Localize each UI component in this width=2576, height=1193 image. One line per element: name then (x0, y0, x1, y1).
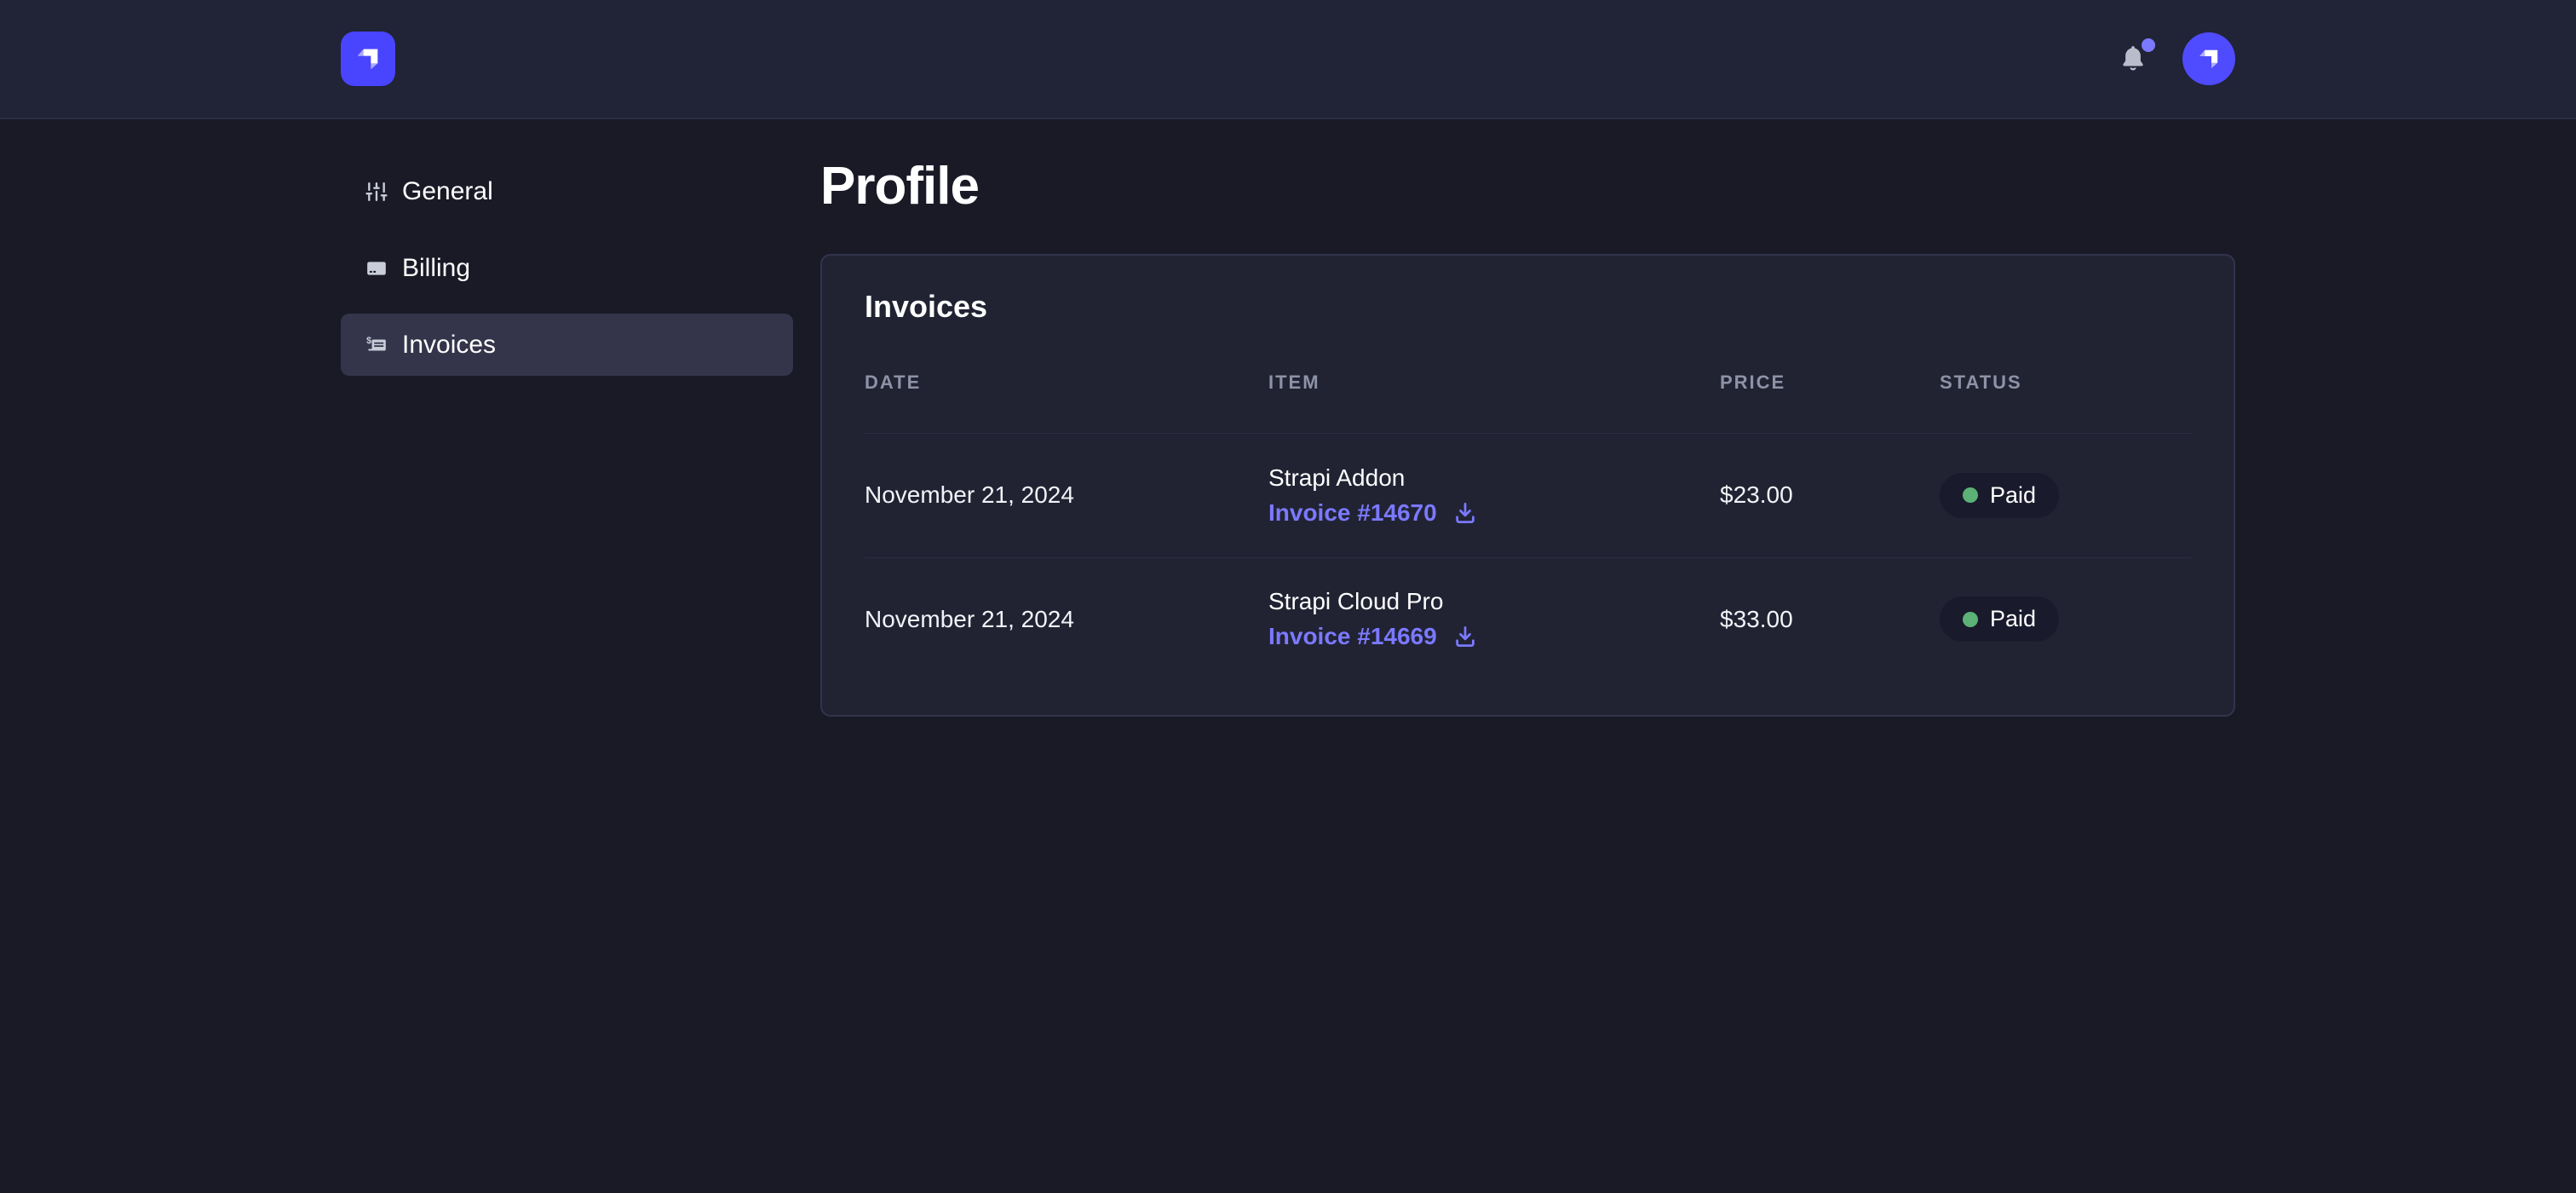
status-badge: Paid (1940, 596, 2059, 642)
main-layout: General Billing $ (341, 160, 2235, 717)
notification-dot (2142, 38, 2155, 52)
invoice-item-name: Strapi Cloud Pro (1268, 588, 1720, 615)
column-header-price: PRICE (1720, 372, 1940, 394)
notifications-button[interactable] (2116, 40, 2150, 78)
column-header-date: DATE (865, 372, 1268, 394)
navbar-inner (341, 0, 2235, 118)
status-dot-icon (1963, 487, 1978, 503)
sidebar-item-billing[interactable]: Billing (341, 237, 793, 299)
status-label: Paid (1990, 606, 2036, 632)
download-icon (1452, 624, 1478, 649)
strapi-avatar-icon (2194, 43, 2224, 74)
strapi-logo-icon (351, 42, 385, 76)
download-icon (1452, 500, 1478, 526)
page-title: Profile (820, 160, 2235, 213)
svg-text:$: $ (366, 335, 371, 345)
invoices-card: Invoices DATE ITEM PRICE STATUS November… (820, 254, 2235, 717)
download-invoice-button[interactable] (1452, 500, 1478, 526)
sliders-icon (365, 181, 388, 203)
invoice-link-line: Invoice #14670 (1268, 499, 1720, 527)
invoice-number-link[interactable]: Invoice #14670 (1268, 499, 1437, 527)
invoice-link-line: Invoice #14669 (1268, 623, 1720, 650)
status-label: Paid (1990, 482, 2036, 509)
invoice-row: November 21, 2024 Strapi Addon Invoice #… (865, 434, 2191, 557)
invoice-price: $23.00 (1720, 481, 1940, 509)
status-dot-icon (1963, 612, 1978, 627)
invoice-icon: $ (365, 334, 388, 356)
invoice-number-link[interactable]: Invoice #14669 (1268, 623, 1437, 650)
sidebar-item-label: Invoices (402, 331, 496, 360)
invoice-item-cell: Strapi Cloud Pro Invoice #14669 (1268, 588, 1720, 650)
invoice-item-name: Strapi Addon (1268, 464, 1720, 492)
invoice-item-cell: Strapi Addon Invoice #14670 (1268, 464, 1720, 527)
navbar-actions (2116, 32, 2235, 85)
credit-card-icon (365, 257, 388, 280)
invoices-table: DATE ITEM PRICE STATUS November 21, 2024… (865, 324, 2191, 681)
invoice-row: November 21, 2024 Strapi Cloud Pro Invoi… (865, 557, 2191, 681)
invoice-date: November 21, 2024 (865, 481, 1268, 509)
invoices-card-title: Invoices (865, 290, 2191, 324)
sidebar-item-label: Billing (402, 254, 470, 283)
invoice-date: November 21, 2024 (865, 606, 1268, 633)
invoices-table-header: DATE ITEM PRICE STATUS (865, 324, 2191, 434)
profile-content: Profile Invoices DATE ITEM PRICE STATUS … (820, 160, 2235, 717)
download-invoice-button[interactable] (1452, 624, 1478, 649)
column-header-status: STATUS (1940, 372, 2191, 394)
invoice-price: $33.00 (1720, 606, 1940, 633)
column-header-item: ITEM (1268, 372, 1720, 394)
settings-sidebar: General Billing $ (341, 160, 793, 717)
sidebar-item-general[interactable]: General (341, 160, 793, 222)
top-navbar (0, 0, 2576, 119)
sidebar-item-label: General (402, 177, 493, 206)
sidebar-item-invoices[interactable]: $ Invoices (341, 314, 793, 376)
strapi-logo-button[interactable] (341, 32, 395, 86)
status-badge: Paid (1940, 473, 2059, 518)
user-avatar[interactable] (2182, 32, 2235, 85)
